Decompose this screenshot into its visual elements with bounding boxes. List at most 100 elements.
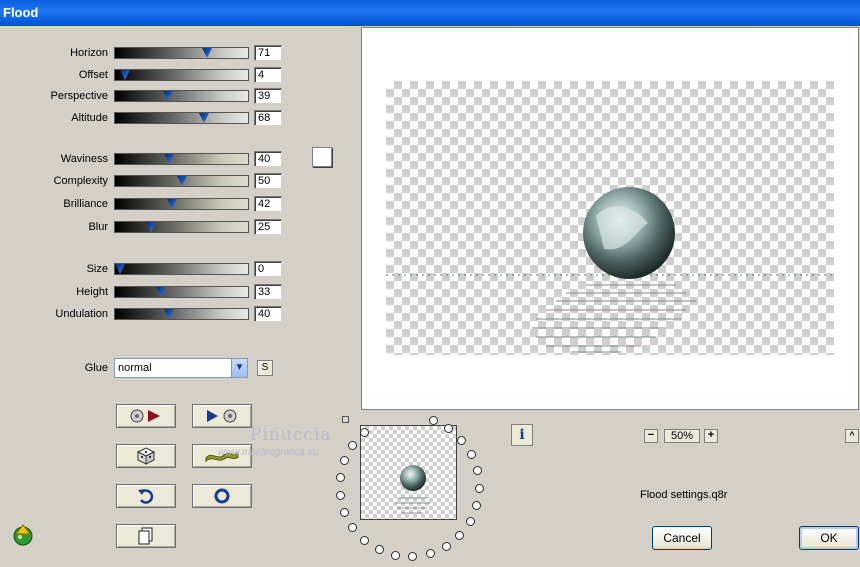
preview-panel[interactable]	[361, 27, 859, 410]
navigator-thumbnail[interactable]	[360, 425, 457, 520]
undulation-value-input[interactable]: 40	[254, 306, 282, 322]
height-value-input[interactable]: 33	[254, 284, 282, 300]
blur-value-input[interactable]: 25	[254, 219, 282, 235]
preview-canvas	[386, 81, 834, 355]
undulation-slider[interactable]	[114, 308, 249, 320]
zoom-ring-dot[interactable]	[429, 416, 438, 425]
zoom-level: 50%	[664, 429, 700, 443]
offset-label: Offset	[78, 69, 108, 81]
zoom-in-button[interactable]: +	[704, 429, 718, 443]
zoom-ring-dot[interactable]	[408, 552, 417, 561]
height-slider-thumb[interactable]	[156, 287, 166, 297]
zoom-ring-dot[interactable]	[472, 501, 481, 510]
zoom-ring-dot[interactable]	[375, 545, 384, 554]
watermark-url: www.maidiregrafica.eu	[218, 447, 319, 458]
info-button[interactable]: i	[511, 424, 533, 446]
zoom-out-button[interactable]: −	[644, 429, 658, 443]
height-label: Height	[76, 286, 108, 298]
offset-slider-thumb[interactable]	[120, 70, 130, 80]
navigator-image	[395, 465, 431, 514]
navigator-handle[interactable]	[342, 416, 349, 423]
load-preset-button[interactable]	[116, 404, 176, 428]
info-icon: i	[519, 427, 525, 443]
zoom-ring-dot[interactable]	[348, 441, 357, 450]
brilliance-slider[interactable]	[114, 198, 249, 210]
reset-button[interactable]	[192, 484, 252, 508]
zoom-ring-dot[interactable]	[473, 466, 482, 475]
offset-value-input[interactable]: 4	[254, 67, 282, 83]
brilliance-label: Brilliance	[63, 198, 108, 210]
cancel-button[interactable]: Cancel	[652, 526, 712, 550]
preview-image	[386, 187, 834, 353]
undulation-slider-thumb[interactable]	[164, 309, 174, 319]
waviness-slider-thumb[interactable]	[164, 154, 174, 164]
perspective-label: Perspective	[50, 90, 108, 102]
zoom-ring-dot[interactable]	[442, 542, 451, 551]
undulation-label: Undulation	[55, 308, 108, 320]
horizon-slider-thumb[interactable]	[202, 48, 212, 58]
zoom-ring-dot[interactable]	[455, 531, 464, 540]
zoom-ring-dot[interactable]	[391, 551, 400, 560]
size-slider[interactable]	[114, 263, 249, 275]
perspective-value-input[interactable]: 39	[254, 88, 282, 104]
size-label: Size	[86, 263, 108, 275]
altitude-slider[interactable]	[114, 112, 249, 124]
horizon-label: Horizon	[70, 47, 108, 59]
zoom-ring-dot[interactable]	[336, 491, 345, 500]
copy-icon	[138, 527, 154, 545]
watermark-name: Pinuccia	[250, 425, 332, 445]
zoom-ring-dot[interactable]	[360, 428, 369, 437]
zoom-ring-dot[interactable]	[444, 424, 453, 433]
zoom-ring-dot[interactable]	[360, 536, 369, 545]
chevron-down-icon[interactable]: ▼	[231, 359, 247, 377]
zoom-ring-dot[interactable]	[336, 473, 345, 482]
size-value-input[interactable]: 0	[254, 261, 282, 277]
offset-slider[interactable]	[114, 69, 249, 81]
collapse-button[interactable]: ^	[845, 429, 859, 443]
horizon-value-input[interactable]: 71	[254, 45, 282, 61]
blur-slider-thumb[interactable]	[146, 222, 156, 232]
altitude-value-input[interactable]: 68	[254, 110, 282, 126]
save-preset-icon	[204, 408, 240, 424]
reset-icon	[213, 487, 231, 505]
blur-slider[interactable]	[114, 221, 249, 233]
perspective-slider[interactable]	[114, 90, 249, 102]
complexity-value-input[interactable]: 50	[254, 173, 282, 189]
plugin-logo	[10, 522, 36, 549]
zoom-ring-dot[interactable]	[467, 450, 476, 459]
undo-icon	[137, 487, 155, 505]
altitude-slider-thumb[interactable]	[199, 113, 209, 123]
altitude-label: Altitude	[71, 112, 108, 124]
blur-label: Blur	[88, 221, 108, 233]
title-bar: Flood	[0, 0, 860, 26]
copy-button[interactable]	[116, 524, 176, 548]
waviness-slider[interactable]	[114, 153, 249, 165]
complexity-label: Complexity	[53, 175, 108, 187]
zoom-ring-dot[interactable]	[475, 484, 484, 493]
zoom-ring-dot[interactable]	[348, 523, 357, 532]
glue-lock-button[interactable]: S	[257, 360, 273, 376]
complexity-slider-thumb[interactable]	[177, 176, 187, 186]
zoom-ring-dot[interactable]	[466, 517, 475, 526]
zoom-ring-dot[interactable]	[426, 549, 435, 558]
save-preset-button[interactable]	[192, 404, 252, 428]
random-button[interactable]	[116, 444, 176, 468]
ok-button[interactable]: OK	[799, 526, 859, 550]
glue-select[interactable]: normal ▼	[114, 358, 248, 378]
horizon-slider[interactable]	[114, 47, 249, 59]
brilliance-value-input[interactable]: 42	[254, 196, 282, 212]
undo-button[interactable]	[116, 484, 176, 508]
brilliance-slider-thumb[interactable]	[167, 199, 177, 209]
waviness-value-input[interactable]: 40	[254, 151, 282, 167]
waviness-label: Waviness	[60, 153, 108, 165]
zoom-ring-dot[interactable]	[457, 436, 466, 445]
complexity-slider[interactable]	[114, 175, 249, 187]
size-slider-thumb[interactable]	[115, 264, 125, 274]
height-slider[interactable]	[114, 286, 249, 298]
zoom-ring-dot[interactable]	[340, 508, 349, 517]
zoom-ring-dot[interactable]	[340, 456, 349, 465]
perspective-slider-thumb[interactable]	[163, 91, 173, 101]
glue-label: Glue	[84, 362, 108, 374]
color-swatch[interactable]	[312, 147, 332, 167]
load-preset-icon	[128, 408, 164, 424]
